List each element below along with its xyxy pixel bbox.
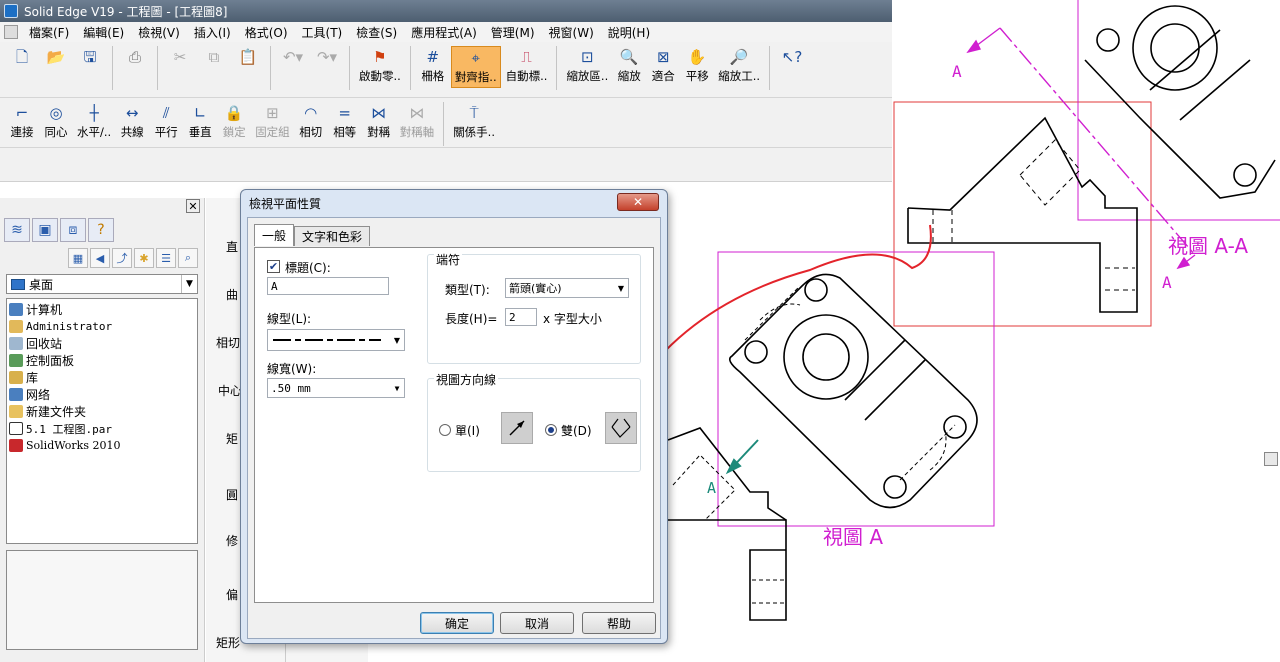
view-plane-properties-dialog: 檢視平面性質 ✕ 一般 文字和色彩 ✔ 標題(C): A 線型(L): ▼ 線寬… xyxy=(240,189,668,644)
chevron-down-icon: ▼ xyxy=(617,283,625,293)
cutting-plane-arrows xyxy=(966,27,1196,270)
ok-button[interactable]: 确定 xyxy=(420,612,494,634)
section-label-a-bottom: A xyxy=(1162,273,1172,292)
help-button[interactable]: 帮助 xyxy=(582,612,656,634)
detail-part-hidden-lines xyxy=(744,285,956,481)
length-label: 長度(H)= xyxy=(445,312,498,326)
single-arrow-icon xyxy=(501,412,533,444)
linewidth-value: .50 mm xyxy=(271,381,311,395)
linetype-label: 線型(L): xyxy=(267,312,312,326)
tab-text-color[interactable]: 文字和色彩 xyxy=(294,226,371,246)
vertical-scroll-thumb[interactable] xyxy=(1264,452,1278,466)
dash-line-preview xyxy=(273,339,381,341)
lower-part-outline xyxy=(667,427,787,621)
view-direction-arrow xyxy=(725,439,759,475)
view-direction-label: A xyxy=(707,479,716,497)
close-icon[interactable]: ✕ xyxy=(617,193,659,211)
single-radio[interactable] xyxy=(439,424,451,436)
cutting-plane-line xyxy=(999,27,1196,256)
caption-input[interactable]: A xyxy=(267,277,389,295)
endpoint-group-title: 端符 xyxy=(434,251,463,268)
length-input[interactable]: 2 xyxy=(505,308,537,326)
dialog-tabs: 一般 文字和色彩 xyxy=(254,224,371,246)
single-label: 單(I) xyxy=(455,424,480,438)
view-direction-group-title: 視圖方向線 xyxy=(434,371,499,388)
detail-part-outline xyxy=(729,273,978,509)
app-root: Solid Edge V19 - 工程圖 - [工程圖8] 檔案(F) 編輯(E… xyxy=(0,0,1280,662)
linewidth-label: 線寬(W): xyxy=(267,362,317,376)
radio-dot xyxy=(548,427,554,433)
chevron-down-icon: ▼ xyxy=(394,383,400,393)
caption-checkbox[interactable]: ✔ xyxy=(267,260,280,273)
tab-general[interactable]: 一般 xyxy=(254,224,295,246)
detail-view-title: 視圖 A xyxy=(823,525,883,549)
view-frame-top-right xyxy=(1077,0,1280,221)
double-radio[interactable] xyxy=(545,424,557,436)
endpoint-type-value: 箭頭(實心) xyxy=(509,282,562,295)
lower-part-hidden-lines xyxy=(672,454,784,604)
dialog-title: 檢視平面性質 xyxy=(249,196,322,211)
chevron-down-icon: ▼ xyxy=(393,335,401,345)
general-tab-panel: ✔ 標題(C): A 線型(L): ▼ 線寬(W): .50 mm ▼ 端符 類… xyxy=(254,247,654,603)
caption-label: 標題(C): xyxy=(285,261,331,275)
section-view-title: 視圖 A-A xyxy=(1168,234,1248,258)
type-label: 類型(T): xyxy=(445,283,490,297)
section-part-hidden-lines xyxy=(932,139,1135,291)
double-label: 雙(D) xyxy=(561,424,592,438)
linewidth-select[interactable]: .50 mm ▼ xyxy=(267,378,405,398)
endpoint-type-select[interactable]: 箭頭(實心) ▼ xyxy=(505,278,629,298)
length-unit: x 字型大小 xyxy=(543,312,602,326)
double-arrow-icon xyxy=(605,412,637,444)
dialog-body: 一般 文字和色彩 ✔ 標題(C): A 線型(L): ▼ 線寬(W): .50 … xyxy=(247,217,661,639)
section-label-a-top: A xyxy=(952,62,962,81)
cancel-button[interactable]: 取消 xyxy=(500,612,574,634)
linetype-select[interactable]: ▼ xyxy=(267,329,405,351)
